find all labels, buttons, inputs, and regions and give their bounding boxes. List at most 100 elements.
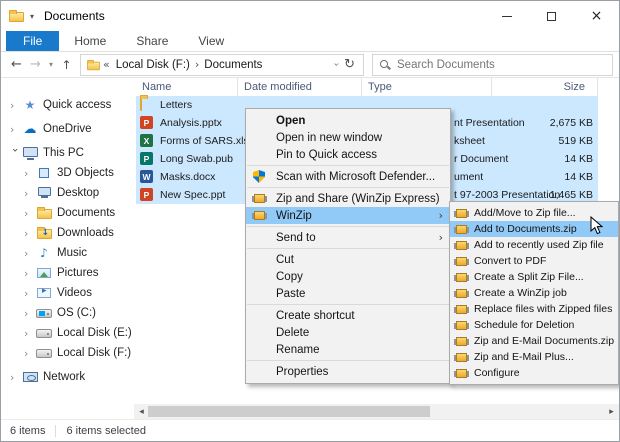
folder-icon [140, 97, 142, 111]
sidebar-item-label: Desktop [57, 187, 99, 199]
submenu-item-create-split-zip[interactable]: Create a Split Zip File... [450, 269, 618, 285]
sidebar-item-os-c[interactable]: OS (C:) [1, 303, 134, 323]
scrollbar-thumb[interactable] [148, 406, 430, 417]
chevron-right-icon[interactable] [24, 327, 35, 340]
menu-item-scan-with-defender[interactable]: Scan with Microsoft Defender... [246, 168, 450, 185]
submenu-item-zip-and-email-plus[interactable]: Zip and E-Mail Plus... [450, 349, 618, 365]
forward-button[interactable]: → [26, 54, 45, 76]
menu-item-label: Zip and Share (WinZip Express) [276, 193, 440, 205]
address-dropdown-icon[interactable]: › [331, 60, 342, 70]
sidebar-item-local-disk-f[interactable]: Local Disk (F:) [1, 343, 134, 363]
sidebar-item-network[interactable]: Network [1, 367, 134, 387]
folder-icon [87, 61, 100, 70]
column-header-name[interactable]: Name [136, 78, 238, 96]
menu-item-winzip[interactable]: WinZip [246, 207, 450, 224]
menu-separator [247, 304, 449, 305]
submenu-item-convert-to-pdf[interactable]: Convert to PDF [450, 253, 618, 269]
menu-item-send-to[interactable]: Send to [246, 229, 450, 246]
sidebar-item-local-disk-e[interactable]: Local Disk (E:) [1, 323, 134, 343]
file-name: Forms of SARS.xlsx [160, 135, 254, 147]
submenu-item-add-to-recent-zip[interactable]: Add to recently used Zip file [450, 237, 618, 253]
tab-home[interactable]: Home [59, 31, 121, 51]
sidebar-item-quick-access[interactable]: Quick access [1, 95, 134, 115]
column-header-type[interactable]: Type [362, 78, 492, 96]
submenu-item-label: Zip and E-Mail Documents.zip [474, 335, 614, 347]
sidebar-item-label: Network [43, 371, 85, 383]
address-box[interactable]: « Local Disk (F:) › Documents › ↻ [80, 54, 364, 76]
scroll-right-icon[interactable]: ▸ [604, 404, 619, 419]
tab-view[interactable]: View [183, 31, 239, 51]
chevron-right-icon[interactable] [10, 371, 21, 384]
column-header-date-modified[interactable]: Date modified [238, 78, 362, 96]
menu-item-delete[interactable]: Delete [246, 324, 450, 341]
minimize-icon [502, 16, 512, 17]
tab-share[interactable]: Share [121, 31, 183, 51]
sidebar-item-desktop[interactable]: Desktop [1, 183, 134, 203]
minimize-button[interactable] [484, 1, 529, 31]
refresh-icon[interactable]: ↻ [341, 57, 358, 72]
sidebar-item-label: Local Disk (E:) [57, 327, 132, 339]
tab-file[interactable]: File [6, 31, 59, 51]
menu-separator [247, 248, 449, 249]
submenu-item-replace-with-zipped[interactable]: Replace files with Zipped files [450, 301, 618, 317]
winzip-icon [456, 353, 467, 362]
menu-item-open[interactable]: Open [246, 112, 450, 129]
submenu-item-schedule-for-deletion[interactable]: Schedule for Deletion [450, 317, 618, 333]
sidebar-item-videos[interactable]: Videos [1, 283, 134, 303]
chevron-down-icon[interactable] [9, 148, 22, 159]
history-dropdown-icon[interactable]: ▾ [45, 54, 57, 76]
horizontal-scrollbar[interactable]: ◂ ▸ [134, 404, 619, 419]
menu-item-properties[interactable]: Properties [246, 363, 450, 380]
file-type: nt Presentation [454, 117, 525, 129]
menu-item-paste[interactable]: Paste [246, 285, 450, 302]
sidebar-item-downloads[interactable]: Downloads [1, 223, 134, 243]
menu-item-rename[interactable]: Rename [246, 341, 450, 358]
chevron-right-icon[interactable] [24, 347, 35, 360]
cloud-icon [24, 122, 37, 137]
menu-item-copy[interactable]: Copy [246, 268, 450, 285]
up-button[interactable]: ↑ [57, 54, 76, 76]
submenu-item-create-winzip-job[interactable]: Create a WinZip job [450, 285, 618, 301]
submenu-item-configure[interactable]: Configure [450, 365, 618, 381]
sidebar-item-onedrive[interactable]: OneDrive [1, 119, 134, 139]
search-input[interactable] [397, 59, 606, 71]
file-name: Long Swab.pub [160, 153, 233, 165]
chevron-right-icon[interactable] [24, 207, 35, 220]
menu-item-open-in-new-window[interactable]: Open in new window [246, 129, 450, 146]
menu-item-label: WinZip [276, 210, 312, 222]
chevron-right-icon[interactable] [24, 167, 35, 180]
quick-access-toolbar-arrow-icon[interactable]: ▾ [30, 12, 34, 21]
chevron-right-icon[interactable] [24, 247, 35, 260]
breadcrumb-folder[interactable]: Documents [200, 59, 266, 71]
chevron-right-icon[interactable] [24, 287, 35, 300]
chevron-right-icon[interactable] [10, 123, 21, 136]
chevron-right-icon[interactable] [10, 99, 21, 112]
column-header-size[interactable]: Size [492, 78, 598, 96]
scroll-left-icon[interactable]: ◂ [134, 404, 149, 419]
chevron-right-icon[interactable] [24, 227, 35, 240]
sidebar-item-documents[interactable]: Documents [1, 203, 134, 223]
folder-icon [9, 12, 24, 22]
sidebar-item-this-pc[interactable]: This PC [1, 143, 134, 163]
menu-item-pin-to-quick-access[interactable]: Pin to Quick access [246, 146, 450, 163]
chevron-right-icon[interactable] [24, 267, 35, 280]
breadcrumb-overflow-icon[interactable]: « [103, 58, 110, 71]
submenu-item-zip-and-email-documents[interactable]: Zip and E-Mail Documents.zip [450, 333, 618, 349]
sidebar-item-3d-objects[interactable]: 3D Objects [1, 163, 134, 183]
back-button[interactable]: ← [7, 54, 26, 76]
chevron-right-icon[interactable] [24, 187, 35, 200]
menu-item-cut[interactable]: Cut [246, 251, 450, 268]
breadcrumb-drive[interactable]: Local Disk (F:) [112, 59, 194, 71]
menu-separator [247, 187, 449, 188]
close-button[interactable]: × [574, 1, 619, 31]
maximize-button[interactable] [529, 1, 574, 31]
menu-item-create-shortcut[interactable]: Create shortcut [246, 307, 450, 324]
sidebar-item-music[interactable]: Music [1, 243, 134, 263]
chevron-right-icon[interactable] [24, 307, 35, 320]
search-box[interactable] [372, 54, 613, 76]
submenu-arrow-icon [439, 231, 443, 244]
title-bar: ▾ Documents × [1, 1, 619, 31]
menu-item-zip-and-share[interactable]: Zip and Share (WinZip Express) [246, 190, 450, 207]
sidebar-item-pictures[interactable]: Pictures [1, 263, 134, 283]
drive-icon [36, 349, 52, 358]
